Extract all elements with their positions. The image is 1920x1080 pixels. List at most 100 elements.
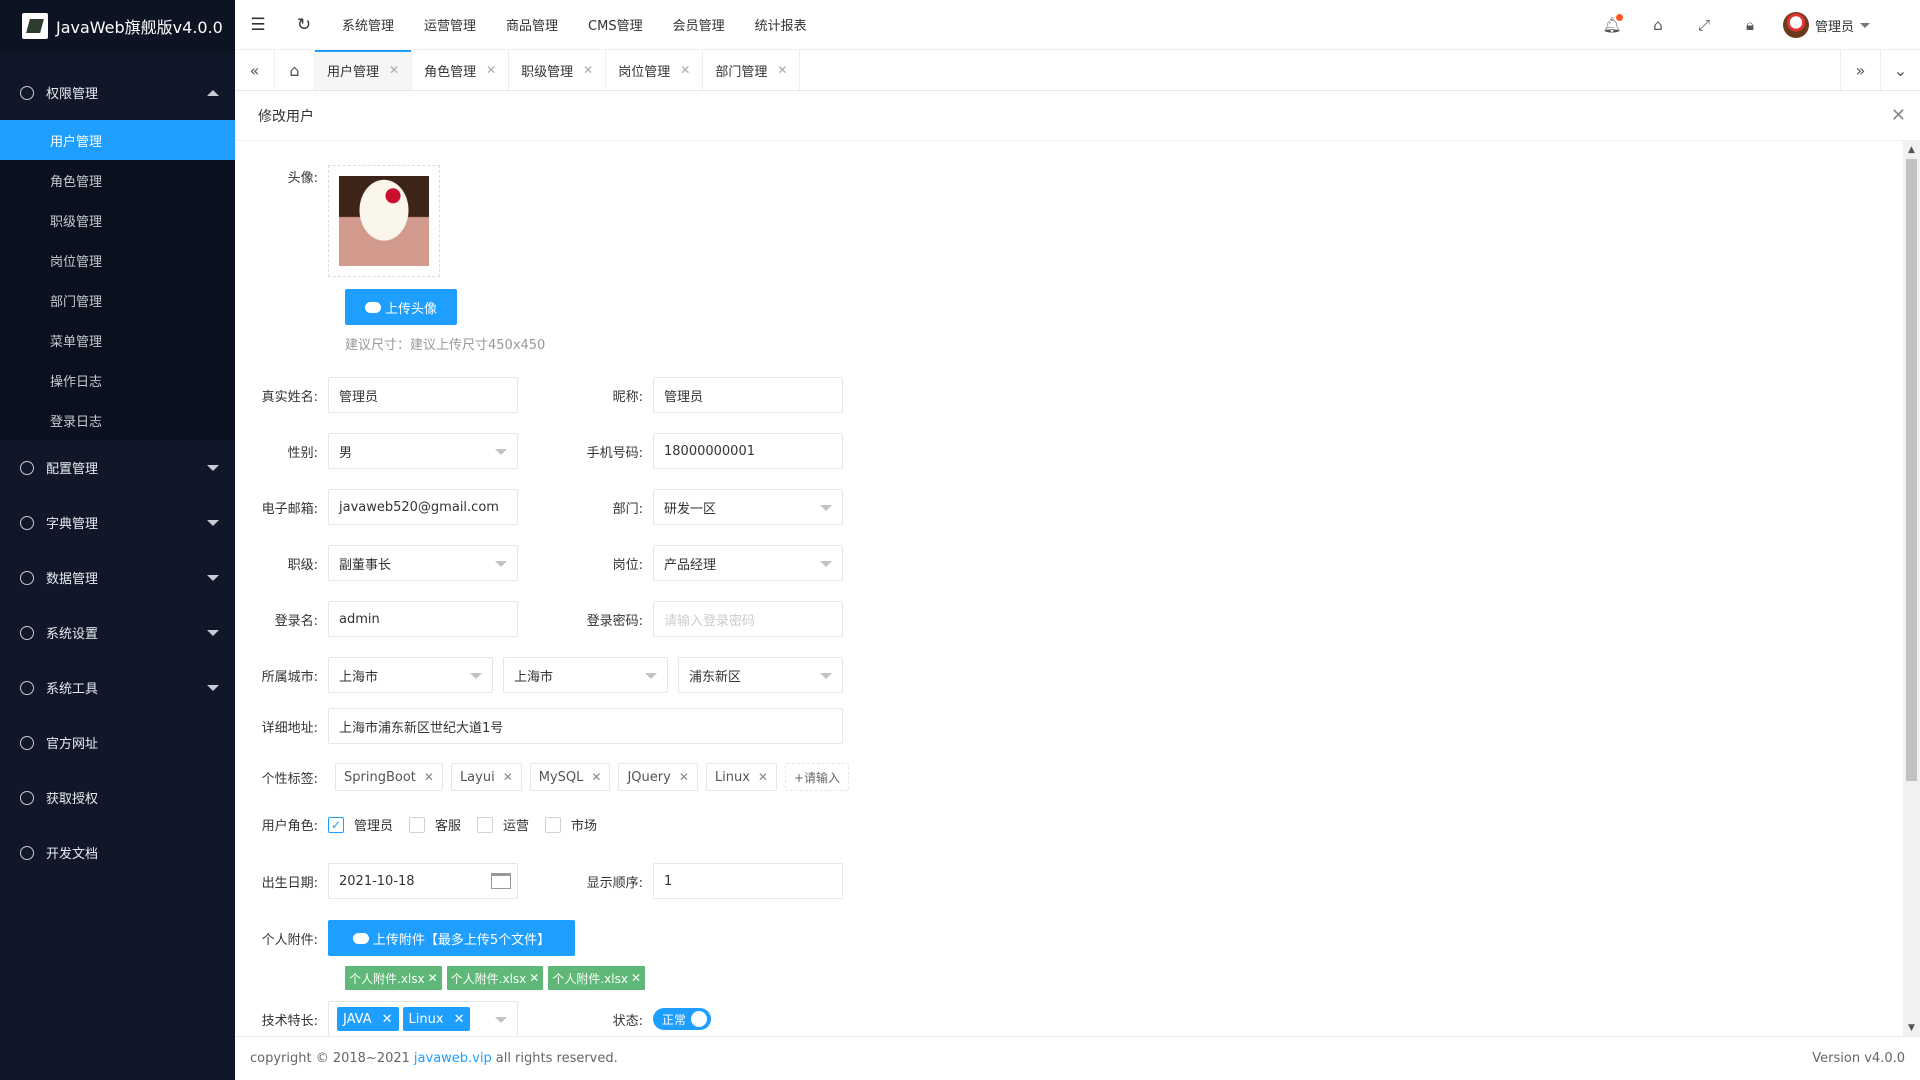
sidebar-item-website[interactable]: 官方网址	[0, 715, 235, 770]
tabs-next-icon[interactable]: »	[1840, 50, 1880, 90]
tabs-prev-icon[interactable]: «	[235, 50, 275, 90]
tab-dept[interactable]: 部门管理 ✕	[703, 50, 801, 90]
close-icon[interactable]: ✕	[679, 770, 689, 784]
footer-link[interactable]: javaweb.vip	[414, 1051, 492, 1066]
close-icon[interactable]: ✕	[389, 63, 399, 77]
topnav-system[interactable]: 系统管理	[327, 0, 409, 50]
close-icon[interactable]: ✕	[758, 770, 768, 784]
close-icon[interactable]: ✕	[680, 63, 690, 77]
page-title: 修改用户	[258, 108, 314, 125]
topnav-cms[interactable]: CMS管理	[573, 0, 658, 50]
sidebar-item-menu[interactable]: 菜单管理	[0, 320, 235, 360]
menu-fold-icon[interactable]: ☰	[235, 0, 281, 50]
province-select[interactable]: 上海市	[328, 657, 493, 693]
role-market-checkbox[interactable]	[545, 816, 562, 833]
city-select[interactable]: 上海市	[503, 657, 668, 693]
bell-icon[interactable]: 🔔︎	[1589, 0, 1635, 50]
chevron-down-icon	[207, 464, 219, 471]
realname-input[interactable]: 管理员	[328, 377, 518, 413]
attachment-file[interactable]: 个人附件.xlsx ✕	[548, 966, 646, 990]
avatar	[1782, 12, 1809, 38]
chevron-down-icon	[820, 673, 832, 679]
sidebar-group-data[interactable]: 数据管理	[0, 550, 235, 605]
close-icon[interactable]: ✕	[631, 971, 641, 985]
upload-attachment-button[interactable]: 上传附件【最多上传5个文件】	[328, 920, 575, 956]
address-row: 详细地址: 上海市浦东新区世纪大道1号	[235, 708, 843, 744]
app-logo[interactable]: JavaWeb旗舰版v4.0.0	[0, 0, 235, 52]
close-icon[interactable]: ✕	[1891, 105, 1906, 126]
sidebar-item-position[interactable]: 岗位管理	[0, 240, 235, 280]
topnav-operation[interactable]: 运营管理	[409, 0, 491, 50]
district-select[interactable]: 浦东新区	[678, 657, 843, 693]
sidebar-item-dept[interactable]: 部门管理	[0, 280, 235, 320]
scroll-thumb[interactable]	[1906, 159, 1917, 781]
nickname-input[interactable]: 管理员	[653, 377, 843, 413]
close-icon[interactable]: ✕	[583, 63, 593, 77]
dept-select[interactable]: 研发一区	[653, 489, 843, 525]
address-input[interactable]: 上海市浦东新区世纪大道1号	[328, 708, 843, 744]
topnav-stats[interactable]: 统计报表	[740, 0, 822, 50]
status-switch[interactable]: 正常	[653, 1008, 711, 1030]
close-icon[interactable]: ✕	[529, 971, 539, 985]
scroll-down-icon[interactable]: ▼	[1903, 1019, 1920, 1036]
close-icon[interactable]: ✕	[428, 971, 438, 985]
sidebar-item-oplog[interactable]: 操作日志	[0, 360, 235, 400]
tag-icon[interactable]: ⌂	[1635, 0, 1681, 50]
home-icon	[20, 625, 34, 640]
sidebar-group-settings[interactable]: 系统设置	[0, 605, 235, 660]
role-operation-checkbox[interactable]	[477, 816, 494, 833]
tab-role[interactable]: 角色管理 ✕	[412, 50, 510, 90]
mobile-input[interactable]: 18000000001	[653, 433, 843, 469]
tab-user[interactable]: 用户管理 ✕	[315, 50, 413, 90]
close-icon[interactable]: ✕	[777, 63, 787, 77]
scroll-up-icon[interactable]: ▲	[1903, 141, 1920, 158]
add-tag-input[interactable]: +请输入	[784, 763, 850, 791]
sidebar-group-tools[interactable]: 系统工具	[0, 660, 235, 715]
username-input[interactable]: admin	[328, 601, 518, 637]
avatar-preview[interactable]	[328, 165, 440, 277]
fullscreen-icon[interactable]: ⤢	[1681, 0, 1727, 50]
close-icon[interactable]: ✕	[454, 1012, 465, 1027]
dict-icon	[20, 515, 34, 530]
level-select[interactable]: 副董事长	[328, 545, 518, 581]
sidebar-item-loginlog[interactable]: 登录日志	[0, 400, 235, 440]
login-row: 登录名: admin 登录密码: 请输入登录密码	[235, 601, 843, 637]
role-service-checkbox[interactable]	[409, 816, 426, 833]
sidebar-item-license[interactable]: 获取授权	[0, 770, 235, 825]
home-tab-icon[interactable]: ⌂	[275, 50, 315, 90]
attachment-file[interactable]: 个人附件.xlsx ✕	[446, 966, 544, 990]
role-operation-label: 运营	[503, 819, 530, 834]
topnav-member[interactable]: 会员管理	[658, 0, 740, 50]
sidebar-item-level[interactable]: 职级管理	[0, 200, 235, 240]
refresh-icon[interactable]: ↻	[281, 0, 327, 50]
sidebar-item-docs[interactable]: 开发文档	[0, 825, 235, 880]
position-select[interactable]: 产品经理	[653, 545, 843, 581]
close-icon[interactable]: ✕	[382, 1012, 393, 1027]
sort-input[interactable]: 1	[653, 863, 843, 899]
close-icon[interactable]: ✕	[424, 770, 434, 784]
close-icon[interactable]: ✕	[591, 770, 601, 784]
sidebar-group-dict[interactable]: 字典管理	[0, 495, 235, 550]
content-scrollbar[interactable]: ▲ ▼	[1903, 141, 1920, 1036]
skills-select[interactable]: JAVA ✕ Linux ✕	[328, 1001, 518, 1036]
email-input[interactable]: javaweb520@gmail.com	[328, 489, 518, 525]
password-input[interactable]: 请输入登录密码	[653, 601, 843, 637]
topnav-goods[interactable]: 商品管理	[491, 0, 573, 50]
close-icon[interactable]: ✕	[486, 63, 496, 77]
attachment-file[interactable]: 个人附件.xlsx ✕	[345, 966, 442, 990]
sidebar-group-permission[interactable]: 权限管理	[0, 65, 235, 120]
sidebar-item-role[interactable]: 角色管理	[0, 160, 235, 200]
birthday-input[interactable]: 2021-10-18	[328, 863, 518, 899]
close-icon[interactable]: ✕	[503, 770, 513, 784]
attachment-row: 个人附件: 上传附件【最多上传5个文件】	[235, 920, 575, 956]
upload-avatar-button[interactable]: 上传头像	[345, 289, 457, 325]
gender-select[interactable]: 男	[328, 433, 518, 469]
tab-position[interactable]: 岗位管理 ✕	[606, 50, 704, 90]
tabs-menu-icon[interactable]: ⌄	[1880, 50, 1920, 90]
user-menu[interactable]: 管理员	[1773, 12, 1920, 38]
sidebar-item-user[interactable]: 用户管理	[0, 120, 235, 160]
lock-icon[interactable]: 🔒︎	[1727, 0, 1773, 50]
tab-level[interactable]: 职级管理 ✕	[509, 50, 607, 90]
sidebar-group-config[interactable]: 配置管理	[0, 440, 235, 495]
role-admin-checkbox[interactable]: ✓	[328, 816, 344, 833]
